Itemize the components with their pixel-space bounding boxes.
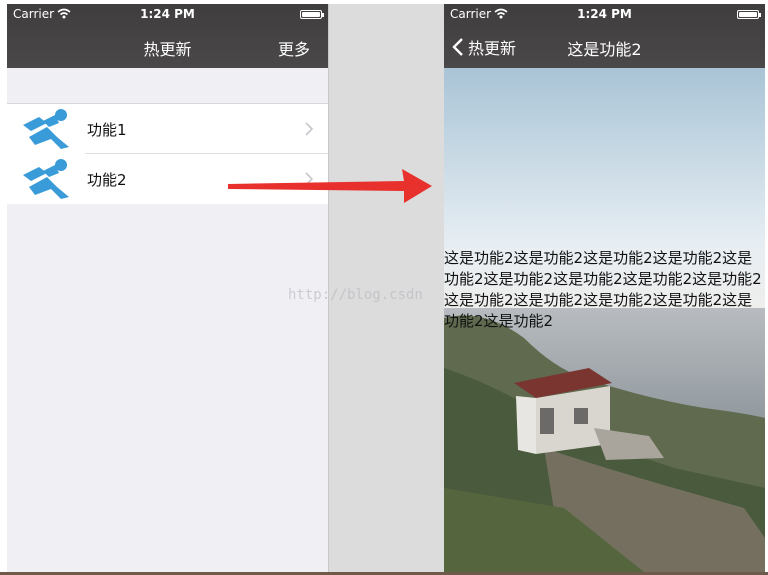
arrow-icon — [228, 169, 432, 203]
clock: 1:24 PM — [140, 7, 195, 21]
content-text: 这是功能2这是功能2这是功能2这是功能2这是功能2这是功能2这是功能2这是功能2… — [444, 249, 762, 330]
battery-icon — [300, 10, 324, 19]
status-bar: Carrier 1:24 PM — [7, 4, 328, 24]
navigation-bar: 热更新 更多 — [7, 24, 328, 68]
runner-icon — [23, 159, 69, 199]
detail-screen: Carrier 1:24 PM 热更新 这是功能2 这是功能2这是功能2这是功能… — [444, 4, 765, 572]
clock: 1:24 PM — [577, 7, 632, 21]
navigation-bar: 热更新 这是功能2 — [444, 24, 765, 68]
nav-title: 这是功能2 — [567, 40, 642, 59]
status-bar: Carrier 1:24 PM — [444, 4, 765, 24]
list-item-feature1[interactable]: 功能1 — [7, 104, 328, 154]
watermark: http://blog.csdn — [288, 287, 423, 303]
battery-icon — [737, 10, 761, 19]
runner-icon — [23, 109, 69, 149]
master-screen: Carrier 1:24 PM 热更新 更多 功能1 功能2 — [7, 4, 328, 572]
chevron-right-icon — [305, 122, 314, 136]
more-button[interactable]: 更多 — [278, 36, 310, 60]
list-item-label: 功能2 — [87, 170, 127, 189]
list-item-label: 功能1 — [87, 120, 127, 139]
